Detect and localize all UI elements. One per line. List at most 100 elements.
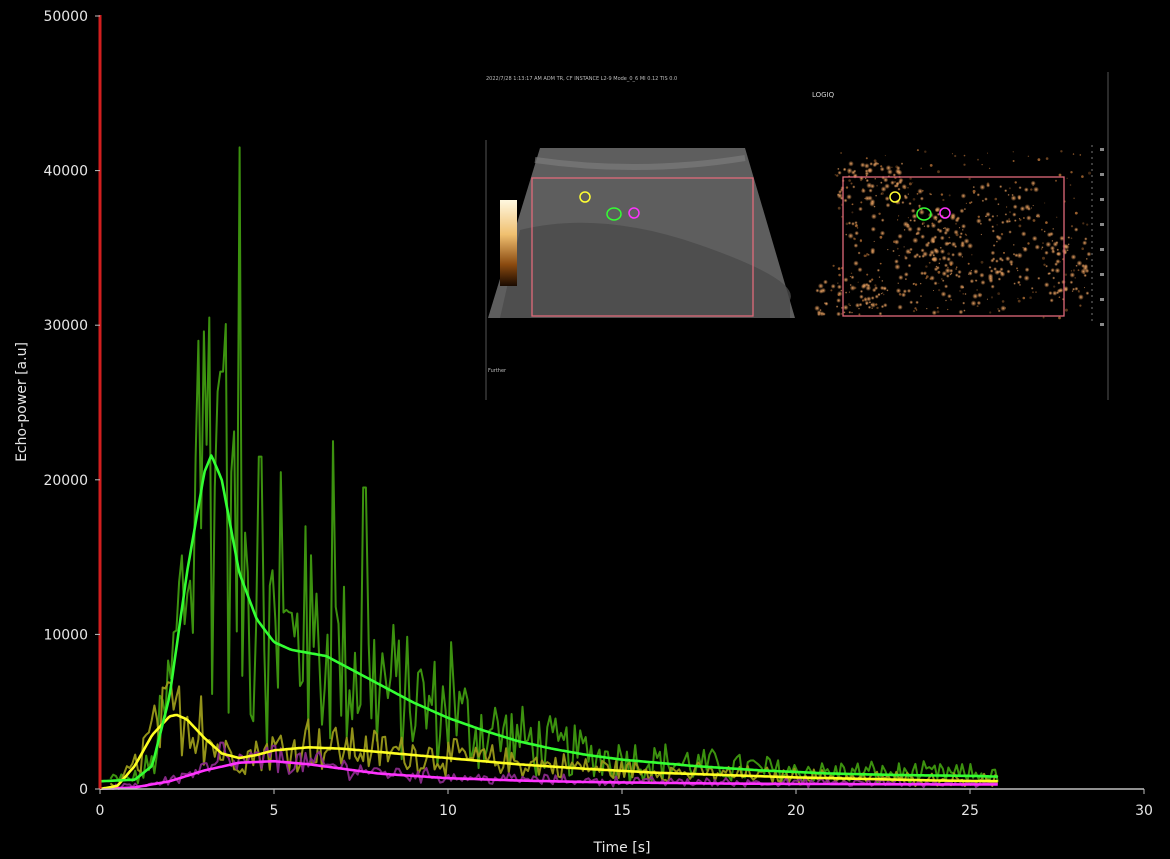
- contrast-speckle: [870, 226, 876, 232]
- contrast-speckle: [864, 300, 870, 306]
- x-tick-label: 20: [787, 803, 805, 819]
- contrast-speckle: [939, 248, 946, 255]
- contrast-speckle: [837, 167, 840, 171]
- contrast-speckle: [959, 232, 963, 236]
- contrast-speckle: [1074, 277, 1076, 279]
- contrast-speckle: [914, 283, 918, 286]
- contrast-speckle: [1017, 196, 1022, 201]
- contrast-speckle: [842, 167, 847, 172]
- y-tick-label: 0: [79, 782, 88, 798]
- contrast-speckle: [1058, 316, 1061, 320]
- contrast-speckle: [919, 295, 923, 298]
- contrast-speckle: [1056, 251, 1060, 256]
- contrast-speckle: [925, 277, 928, 280]
- contrast-speckle: [871, 278, 874, 281]
- contrast-speckle: [977, 158, 979, 161]
- contrast-speckle: [908, 201, 912, 206]
- contrast-speckle: [997, 308, 999, 310]
- contrast-speckle: [967, 270, 973, 276]
- contrast-speckle: [980, 294, 982, 296]
- contrast-speckle: [1055, 179, 1057, 182]
- contrast-speckle: [1032, 204, 1034, 207]
- contrast-speckle: [853, 260, 859, 267]
- contrast-speckle: [876, 184, 878, 187]
- contrast-speckle: [946, 256, 951, 262]
- contrast-speckle: [1023, 275, 1030, 282]
- contrast-speckle: [997, 277, 1002, 281]
- contrast-speckle: [912, 310, 916, 313]
- contrast-speckle: [961, 228, 964, 231]
- contrast-speckle: [1088, 171, 1091, 175]
- contrast-speckle: [848, 310, 852, 314]
- contrast-speckle: [1027, 155, 1030, 157]
- contrast-speckle: [847, 232, 854, 239]
- contrast-speckle: [992, 244, 996, 247]
- contrast-speckle: [866, 273, 869, 276]
- contrast-speckle: [873, 159, 877, 163]
- contrast-speckle: [904, 277, 908, 281]
- contrast-speckle: [996, 215, 999, 217]
- contrast-speckle: [859, 294, 864, 300]
- depth-scale-mark: [1100, 148, 1104, 151]
- contrast-speckle: [892, 173, 896, 177]
- contrast-speckle: [1030, 188, 1033, 191]
- contrast-speckle: [955, 233, 959, 237]
- contrast-speckle: [1012, 252, 1016, 256]
- contrast-speckle: [921, 189, 924, 192]
- contrast-speckle: [1024, 267, 1030, 273]
- contrast-speckle: [1058, 287, 1064, 293]
- contrast-speckle: [1008, 230, 1012, 234]
- contrast-speckle: [972, 189, 976, 193]
- contrast-speckle: [875, 194, 878, 197]
- contrast-speckle: [881, 192, 884, 195]
- contrast-speckle: [939, 235, 945, 241]
- contrast-speckle: [863, 254, 867, 258]
- contrast-speckle: [1052, 227, 1055, 230]
- contrast-speckle: [1032, 291, 1034, 294]
- contrast-speckle: [1008, 219, 1012, 223]
- depth-scale-mark: [1100, 173, 1104, 176]
- contrast-speckle: [996, 270, 1000, 274]
- contrast-speckle: [979, 184, 986, 191]
- contrast-speckle: [1082, 240, 1088, 246]
- contrast-speckle: [925, 265, 928, 268]
- contrast-speckle: [1082, 222, 1085, 225]
- contrast-speckle: [1053, 285, 1056, 288]
- contrast-speckle: [941, 270, 947, 277]
- contrast-speckle: [860, 201, 863, 204]
- contrast-speckle: [865, 174, 868, 177]
- contrast-speckle: [1018, 283, 1022, 286]
- contrast-speckle: [947, 308, 949, 311]
- contrast-speckle: [837, 284, 842, 290]
- contrast-speckle: [1032, 219, 1036, 222]
- contrast-speckle: [1055, 259, 1061, 264]
- contrast-speckle: [858, 206, 863, 212]
- contrast-speckle: [950, 298, 952, 301]
- contrast-speckle: [878, 276, 881, 279]
- contrast-speckle: [864, 297, 867, 300]
- contrast-speckle: [1072, 153, 1075, 155]
- contrast-speckle: [878, 212, 881, 215]
- contrast-speckle: [909, 300, 914, 305]
- contrast-speckle: [1042, 256, 1045, 260]
- contrast-speckle: [992, 257, 996, 261]
- contrast-speckle: [980, 280, 986, 285]
- contrast-speckle: [1075, 264, 1078, 267]
- contrast-speckle: [920, 248, 925, 253]
- contrast-speckle: [997, 292, 1001, 295]
- contrast-speckle: [1073, 197, 1075, 200]
- contrast-speckle: [846, 194, 852, 200]
- contrast-speckle: [948, 236, 951, 239]
- contrast-speckle: [901, 292, 907, 298]
- contrast-speckle: [850, 182, 853, 185]
- contrast-speckle: [995, 234, 1000, 239]
- contrast-speckle: [855, 302, 860, 308]
- contrast-speckle: [1001, 220, 1005, 225]
- contrast-speckle: [897, 187, 901, 191]
- contrast-speckle: [1044, 250, 1049, 255]
- contrast-speckle: [1079, 154, 1082, 156]
- contrast-speckle: [1070, 237, 1073, 239]
- x-tick-label: 0: [96, 803, 105, 819]
- contrast-speckle: [976, 218, 982, 224]
- contrast-speckle: [1026, 215, 1032, 221]
